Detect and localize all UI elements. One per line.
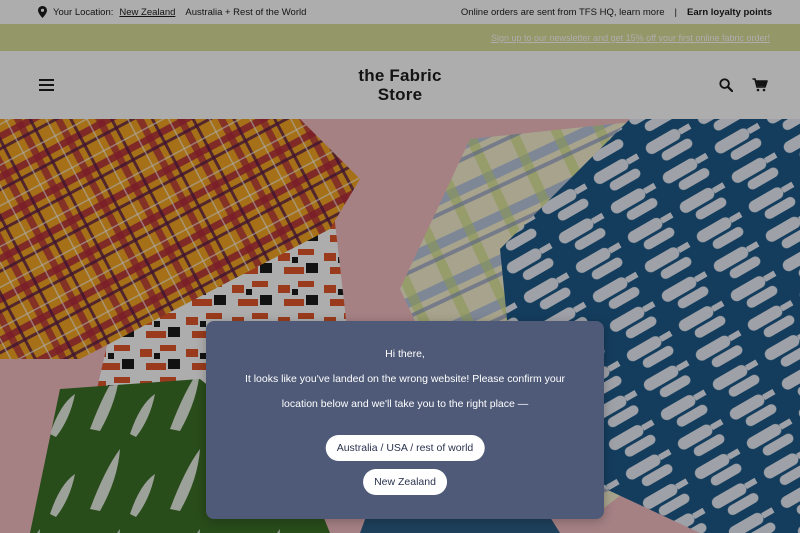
location-confirm-modal: Hi there, It looks like you've landed on… bbox=[206, 321, 604, 519]
modal-message: It looks like you've landed on the wrong… bbox=[244, 373, 566, 410]
australia-usa-button[interactable]: Australia / USA / rest of world bbox=[325, 435, 485, 461]
new-zealand-button[interactable]: New Zealand bbox=[363, 469, 447, 495]
modal-greeting: Hi there, bbox=[385, 348, 425, 360]
